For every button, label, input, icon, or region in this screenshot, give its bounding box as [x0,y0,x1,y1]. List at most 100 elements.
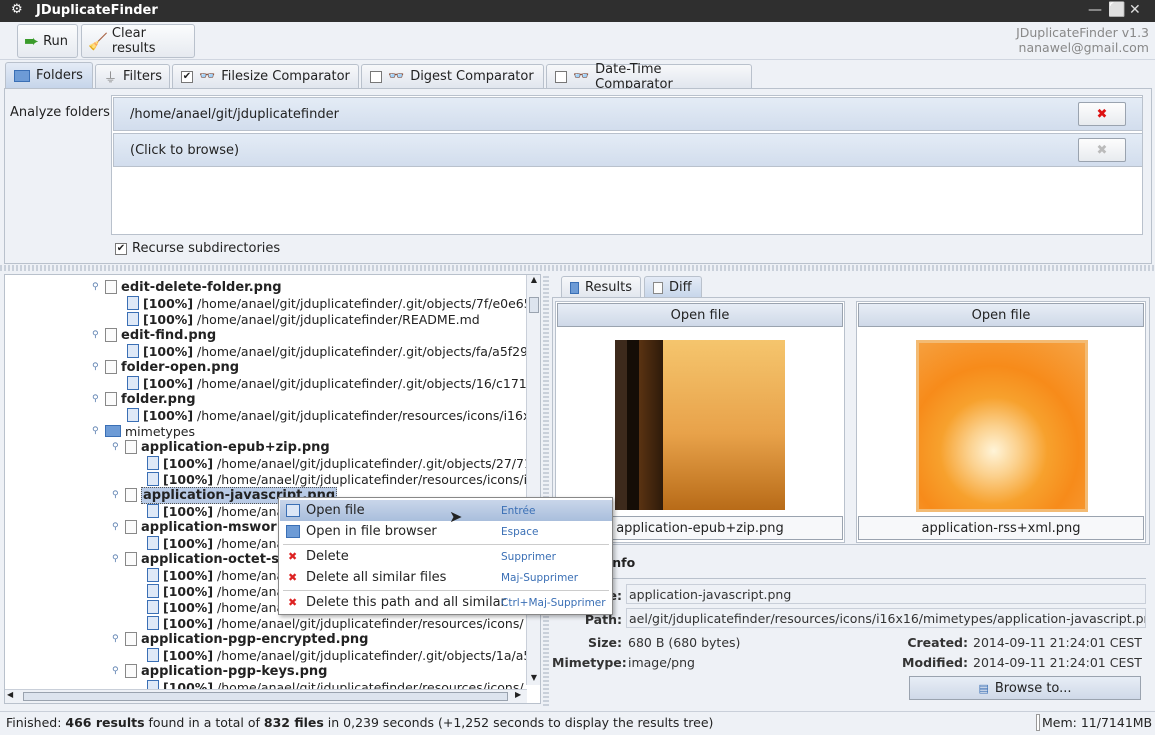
tree-handle-icon[interactable]: ⚲ [112,442,119,452]
browse-icon: ▤ [978,681,989,695]
tree-handle-icon[interactable]: ⚲ [92,394,99,404]
browse-to-button[interactable]: ▤ Browse to... [909,676,1141,700]
match-percent: [100%] [163,471,214,487]
tree-handle-icon[interactable]: ⚲ [112,666,119,676]
tree-file-node[interactable]: application-mswor [125,519,277,535]
tree-path-node[interactable]: [100%]/home/anael/git/jduplicatefinder/.… [147,647,531,663]
tab-datetime-comparator[interactable]: 👓 Date-Time Comparator [546,62,752,92]
tree-file-node[interactable]: edit-delete-folder.png [105,279,282,295]
scroll-right-icon[interactable]: ▶ [515,690,521,699]
hscroll-thumb[interactable] [23,692,508,701]
tree-path-node[interactable]: [100%]/home/ana [147,599,284,615]
tree-file-node[interactable]: application-pgp-encrypted.png [125,631,368,647]
tab-folders[interactable]: Folders [5,62,93,88]
tree-node-label: /home/ana [217,535,285,551]
menu-shortcut: Maj-Supprimer [501,571,579,584]
tree-path-node[interactable]: [100%]/home/anael/git/jduplicatefinder/.… [127,343,528,359]
scroll-down-icon[interactable]: ▼ [528,673,540,685]
maximize-icon[interactable]: ⬜ [1108,2,1125,18]
tree-node-label: /home/ana [217,503,285,519]
digest-checkbox[interactable] [370,70,382,83]
vertical-splitter[interactable] [543,274,549,706]
binoculars-icon: 👓 [388,69,405,84]
tree-path-node[interactable]: [100%]/home/anael/git/jduplicatefinder/r… [127,407,530,423]
size-label: Size: [587,635,622,650]
tree-node-label: edit-delete-folder.png [121,279,282,295]
tab-digest-comparator[interactable]: 👓 Digest Comparator [361,64,544,88]
tree-handle-icon[interactable]: ⚲ [92,330,99,340]
tree-path-node[interactable]: [100%]/home/ana [147,567,284,583]
scroll-left-icon[interactable]: ◀ [7,690,13,699]
file-icon [147,568,159,582]
menu-label: Delete [306,549,349,564]
tree-path-node[interactable]: [100%]/home/anael/git/jduplicatefinder/.… [127,295,532,311]
menu-shortcut: Espace [501,525,539,538]
menu-item-delete-path-and-similar[interactable]: ✖ Delete this path and all similar Ctrl+… [280,592,612,613]
tree-file-node[interactable]: edit-find.png [105,327,216,343]
tree-handle-icon[interactable]: ⚲ [92,282,99,292]
tree-path-node[interactable]: [100%]/home/anael/git/jduplicatefinder/R… [127,311,480,327]
menu-item-open-in-browser[interactable]: Open in file browser Espace [280,521,612,542]
close-icon[interactable]: ✕ [1129,2,1141,18]
path-field[interactable]: ael/git/jduplicatefinder/resources/icons… [626,608,1146,628]
clear-results-button[interactable]: 🧹 Clear results [81,24,195,58]
run-button[interactable]: ➨ Run [17,24,78,58]
scroll-thumb[interactable] [529,297,539,313]
recurse-checkbox[interactable]: ✔ [115,242,127,255]
menu-item-open-file[interactable]: Open file Entrée [280,500,612,521]
name-field[interactable]: application-javascript.png [626,584,1146,604]
tree-path-node[interactable]: [100%]/home/anael/git/jduplicatefinder/r… [147,471,527,487]
version-info: JDuplicateFinder v1.3 nanawel@gmail.com [1016,25,1149,55]
tree-vertical-scrollbar[interactable]: ▲ ▼ [526,275,540,685]
horizontal-splitter[interactable] [0,265,1155,271]
results-tree[interactable]: edit-delete-folder.png ⚲ [100%]/home/anael… [4,274,541,704]
tree-node-label: /home/anael/git/jduplicatefinder/.git/ob… [217,455,532,471]
folder-entry[interactable]: /home/anael/git/jduplicatefinder ✖ [113,97,1143,131]
created-label: Created: [907,635,968,650]
scroll-up-icon[interactable]: ▲ [528,275,540,287]
tree-folder-node[interactable]: mimetypes [105,423,195,439]
tab-diff[interactable]: Diff [644,276,702,298]
recurse-option[interactable]: ✔ Recurse subdirectories [115,241,280,256]
tree-path-node[interactable]: [100%]/home/ana [147,535,284,551]
tree-file-node[interactable]: folder-open.png [105,359,239,375]
tab-results[interactable]: Results [561,276,641,298]
tree-file-node[interactable]: application-epub+zip.png [125,439,330,455]
tree-node-label: application-octet-s [141,551,280,567]
filesize-checkbox[interactable]: ✔ [181,70,193,83]
tree-handle-icon[interactable]: ⚲ [92,426,99,436]
tree-path-node[interactable]: [100%]/home/anael/git/jduplicatefinder/.… [127,375,527,391]
tree-handle-icon[interactable]: ⚲ [112,522,119,532]
tree-handle-icon[interactable]: ⚲ [112,634,119,644]
gear-icon[interactable]: ⚙ [11,2,23,17]
tree-file-node[interactable]: folder.png [105,391,196,407]
tree-path-node[interactable]: [100%]/home/anael/git/jduplicatefinder/.… [147,455,532,471]
menu-item-delete-all-similar[interactable]: ✖ Delete all similar files Maj-Supprimer [280,567,612,588]
tree-file-node[interactable]: application-octet-s [125,551,279,567]
tree-path-node[interactable]: [100%]/home/ana [147,503,284,519]
tree-file-node[interactable]: application-pgp-keys.png [125,663,327,679]
tab-filters[interactable]: ⏚ Filters [95,64,170,88]
tree-path-node[interactable]: [100%]/home/ana [147,583,284,599]
minimize-icon[interactable]: — [1088,2,1102,18]
tree-path-node[interactable]: [100%]/home/anael/git/jduplicatefinder/r… [147,615,524,631]
remove-folder-button[interactable]: ✖ [1078,102,1126,126]
match-percent: [100%] [163,535,214,551]
file-icon [147,584,159,598]
title-bar: ⚙ JDuplicateFinder — ⬜ ✕ [0,0,1155,22]
browse-label: Browse to... [994,680,1072,696]
clear-label: Clear results [111,26,156,56]
tree-horizontal-scrollbar[interactable]: ◀ ▶ [5,689,527,703]
open-file-left-button[interactable]: Open file [557,303,843,327]
file-icon [125,520,137,534]
tree-handle-icon[interactable]: ⚲ [112,490,119,500]
menu-item-delete[interactable]: ✖ Delete Supprimer [280,546,612,567]
tab-filesize-comparator[interactable]: ✔ 👓 Filesize Comparator [172,64,359,88]
tree-handle-icon[interactable]: ⚲ [92,362,99,372]
open-file-right-button[interactable]: Open file [858,303,1144,327]
tree-node-label: mimetypes [125,423,195,439]
datetime-checkbox[interactable] [555,70,567,83]
tree-handle-icon[interactable]: ⚲ [112,554,119,564]
browse-folder-entry[interactable]: (Click to browse) ✖ [113,133,1143,167]
diff-image-left [615,340,785,510]
